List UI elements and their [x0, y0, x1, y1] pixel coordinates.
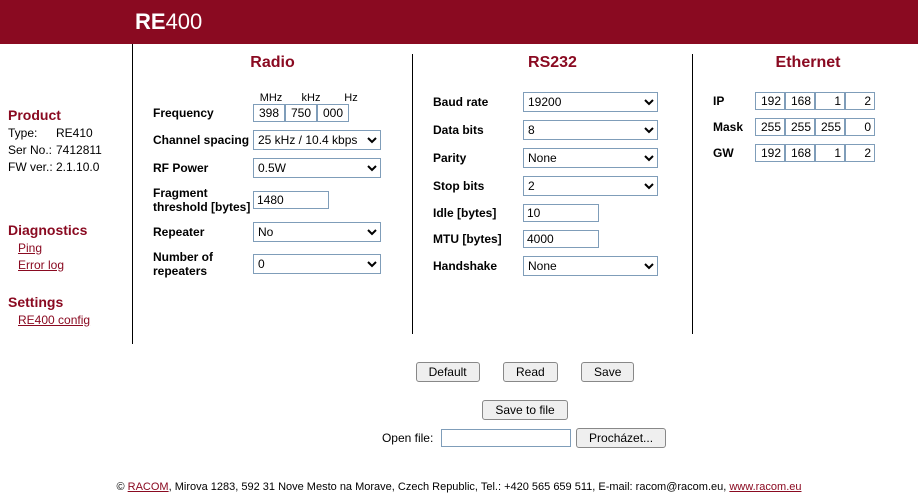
settings-heading: Settings: [8, 294, 124, 310]
repeater-label: Repeater: [153, 225, 253, 239]
ip-octet-3[interactable]: [815, 92, 845, 110]
baud-rate-select[interactable]: 19200: [523, 92, 658, 112]
diagnostics-heading: Diagnostics: [8, 222, 124, 238]
radio-column: Radio MHz kHz Hz Frequency Channel spaci…: [133, 54, 413, 334]
mask-octet-4[interactable]: [845, 118, 875, 136]
repeater-select[interactable]: No: [253, 222, 381, 242]
num-repeaters-label: Number of repeaters: [153, 250, 253, 278]
config-link[interactable]: RE400 config: [18, 313, 124, 327]
mtu-input[interactable]: [523, 230, 599, 248]
gw-octet-1[interactable]: [755, 144, 785, 162]
stop-bits-label: Stop bits: [433, 179, 523, 193]
gw-label: GW: [713, 146, 755, 160]
save-button[interactable]: Save: [581, 362, 634, 382]
radio-title: Radio: [153, 54, 392, 72]
footer-site-link[interactable]: www.racom.eu: [729, 481, 801, 493]
channel-spacing-select[interactable]: 25 kHz / 10.4 kbps: [253, 130, 381, 150]
stop-bits-select[interactable]: 2: [523, 176, 658, 196]
errorlog-link[interactable]: Error log: [18, 258, 124, 272]
save-to-file-button[interactable]: Save to file: [482, 400, 567, 420]
handshake-select[interactable]: None: [523, 256, 658, 276]
footer-company-link[interactable]: RACOM: [128, 481, 169, 493]
mask-octet-3[interactable]: [815, 118, 845, 136]
ethernet-title: Ethernet: [713, 54, 903, 72]
page-title: RE400: [135, 9, 202, 35]
fragment-threshold-input[interactable]: [253, 191, 329, 209]
default-button[interactable]: Default: [416, 362, 480, 382]
gw-octet-2[interactable]: [785, 144, 815, 162]
mask-octet-1[interactable]: [755, 118, 785, 136]
ethernet-column: Ethernet IP Mask: [693, 54, 911, 334]
freq-khz-input[interactable]: [285, 104, 317, 122]
baud-rate-label: Baud rate: [433, 95, 523, 109]
rf-power-label: RF Power: [153, 161, 253, 175]
rs232-title: RS232: [433, 54, 672, 72]
rf-power-select[interactable]: 0.5W: [253, 158, 381, 178]
ip-octet-1[interactable]: [755, 92, 785, 110]
ip-octet-4[interactable]: [845, 92, 875, 110]
product-firmware: FW ver.:2.1.10.0: [8, 160, 124, 174]
channel-spacing-label: Channel spacing: [153, 133, 253, 147]
mtu-label: MTU [bytes]: [433, 232, 523, 246]
footer: © RACOM, Mirova 1283, 592 31 Nove Mesto …: [0, 481, 918, 493]
freq-hz-input[interactable]: [317, 104, 349, 122]
freq-mhz-input[interactable]: [253, 104, 285, 122]
rs232-column: RS232 Baud rate 19200 Data bits 8 Parity…: [413, 54, 693, 334]
data-bits-label: Data bits: [433, 123, 523, 137]
data-bits-select[interactable]: 8: [523, 120, 658, 140]
ip-label: IP: [713, 94, 755, 108]
open-file-input[interactable]: [441, 429, 571, 447]
header-bar: RE400: [0, 0, 918, 44]
product-serial: Ser No.:7412811: [8, 143, 124, 157]
gw-octet-4[interactable]: [845, 144, 875, 162]
mask-label: Mask: [713, 120, 755, 134]
open-file-label: Open file:: [382, 431, 433, 445]
button-row: Default Read Save: [132, 362, 918, 382]
ip-octet-2[interactable]: [785, 92, 815, 110]
handshake-label: Handshake: [433, 259, 523, 273]
product-heading: Product: [8, 107, 124, 123]
mask-octet-2[interactable]: [785, 118, 815, 136]
idle-label: Idle [bytes]: [433, 206, 523, 220]
num-repeaters-select[interactable]: 0: [253, 254, 381, 274]
read-button[interactable]: Read: [503, 362, 558, 382]
idle-input[interactable]: [523, 204, 599, 222]
ping-link[interactable]: Ping: [18, 241, 124, 255]
frequency-label: Frequency: [153, 106, 253, 120]
gw-octet-3[interactable]: [815, 144, 845, 162]
browse-button[interactable]: Procházet...: [576, 428, 666, 448]
parity-select[interactable]: None: [523, 148, 658, 168]
parity-label: Parity: [433, 151, 523, 165]
sidebar: Product Type:RE410 Ser No.:7412811 FW ve…: [0, 44, 132, 456]
fragment-threshold-label: Fragment threshold [bytes]: [153, 186, 253, 214]
product-type: Type:RE410: [8, 126, 124, 140]
